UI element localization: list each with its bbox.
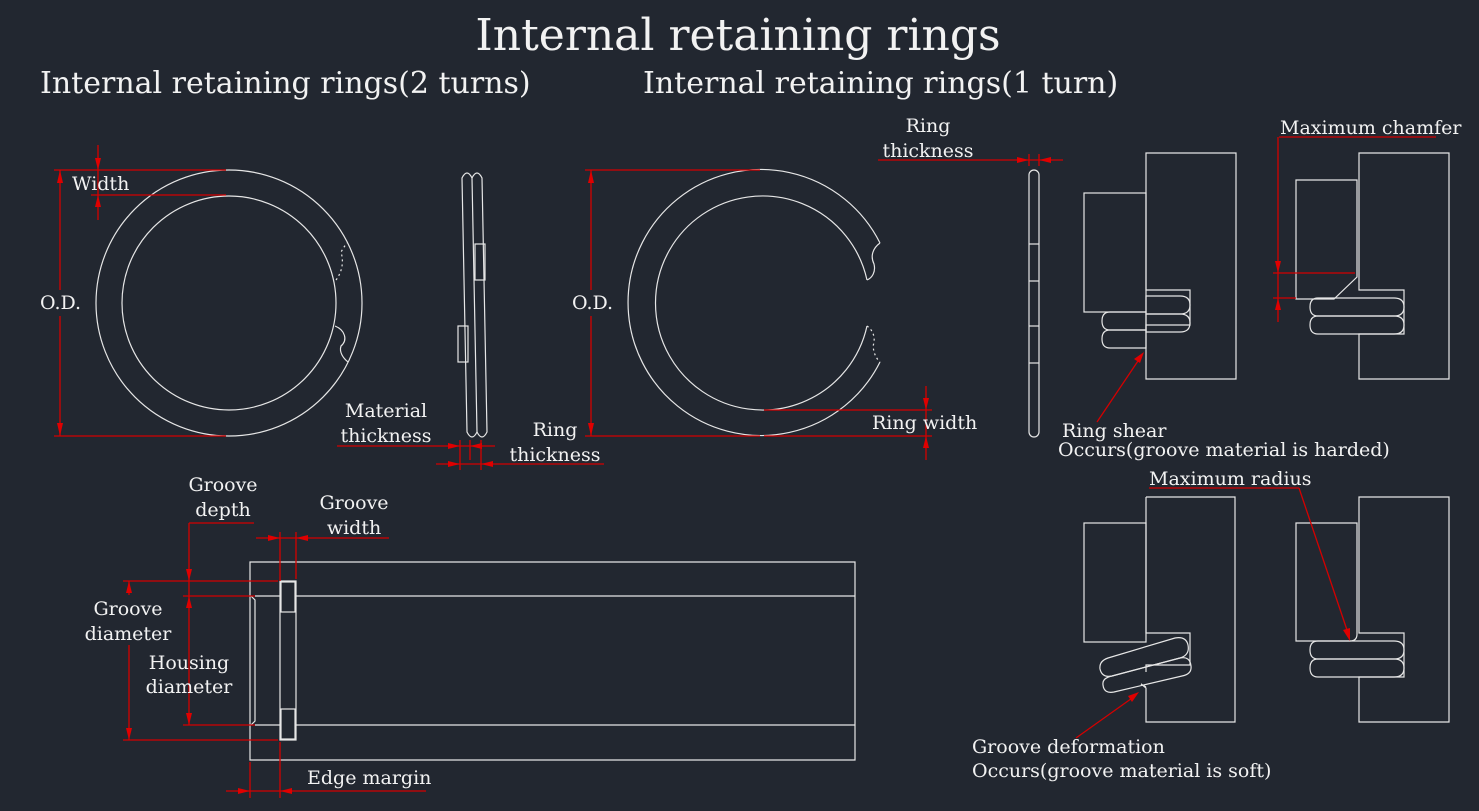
groove-width-label-line1: Groove [319,492,388,514]
groove-diameter-label-line2: diameter [85,623,173,645]
ring-outer-arc [627,168,881,437]
groove-deformation-label: Groove deformation [972,736,1165,758]
groove-deformation-detail: Groove deformation Occurs(groove materia… [972,496,1271,782]
width-dimension: Width [54,145,226,220]
subtitle-one-turn: Internal retaining rings(1 turn) [643,66,1118,101]
ring-thickness-left-label-line1: Ring [533,419,578,441]
ring-end-hidden [335,242,348,281]
groove-deformation-note: Occurs(groove material is soft) [972,760,1271,782]
od-left-label: O.D. [40,292,81,314]
ring-thickness-left-dimension: Ring thickness [436,419,604,470]
groove-width-label-line2: width [327,517,381,539]
subtitle-two-turns: Internal retaining rings(2 turns) [40,66,531,101]
groove-depth-label-line1: Groove [188,474,257,496]
housing-diameter-label-line2: diameter [146,676,234,698]
ring-thickness-left-label-line2: thickness [509,444,600,466]
main-title: Internal retaining rings [475,10,1000,61]
ring-inner-circle [121,195,337,411]
edge-margin-label: Edge margin [307,767,431,789]
ring-end-lug [334,325,349,363]
material-thickness-label-line2: thickness [340,425,431,447]
groove-width-dimension: Groove width [256,492,389,581]
one-turn-ring-side-view [1028,169,1040,438]
edge-margin-dimension: Edge margin [226,742,431,798]
ring-inner-arc [654,195,868,411]
ring-width-dimension: Ring width [764,386,977,460]
housing-section [249,561,856,761]
od-right-label: O.D. [572,292,613,314]
width-label: Width [72,173,129,195]
od-left-dimension: O.D. [40,170,226,437]
maximum-radius-detail: Maximum radius [1149,468,1450,723]
ring-shear-note: Occurs(groove material is harded) [1058,439,1390,461]
two-turn-ring-front-view [95,169,363,437]
ring-shear-detail: Ring shear Occurs(groove material is har… [1058,152,1390,461]
one-turn-ring-front-view [627,168,881,437]
ring-thickness-right-dimension: Ring thickness [878,115,1063,166]
ring-thickness-right-label-line1: Ring [906,115,951,137]
material-thickness-label-line1: Material [345,400,427,422]
groove-depth-label-line2: depth [195,499,250,521]
two-turn-ring-side-view [457,172,488,438]
material-thickness-dimension: Material thickness [337,400,495,470]
ring-width-label: Ring width [872,412,977,434]
ring-thickness-right-label-line2: thickness [882,140,973,162]
drawing-canvas: Internal retaining rings Internal retain… [40,10,1462,798]
housing-diameter-label-line1: Housing [149,652,229,674]
maximum-chamfer-detail: Maximum chamfer [1273,117,1462,380]
maximum-chamfer-label: Maximum chamfer [1280,117,1462,139]
ring-outer-circle [95,169,363,437]
maximum-radius-label: Maximum radius [1149,468,1312,490]
groove-diameter-label-line1: Groove [93,598,162,620]
